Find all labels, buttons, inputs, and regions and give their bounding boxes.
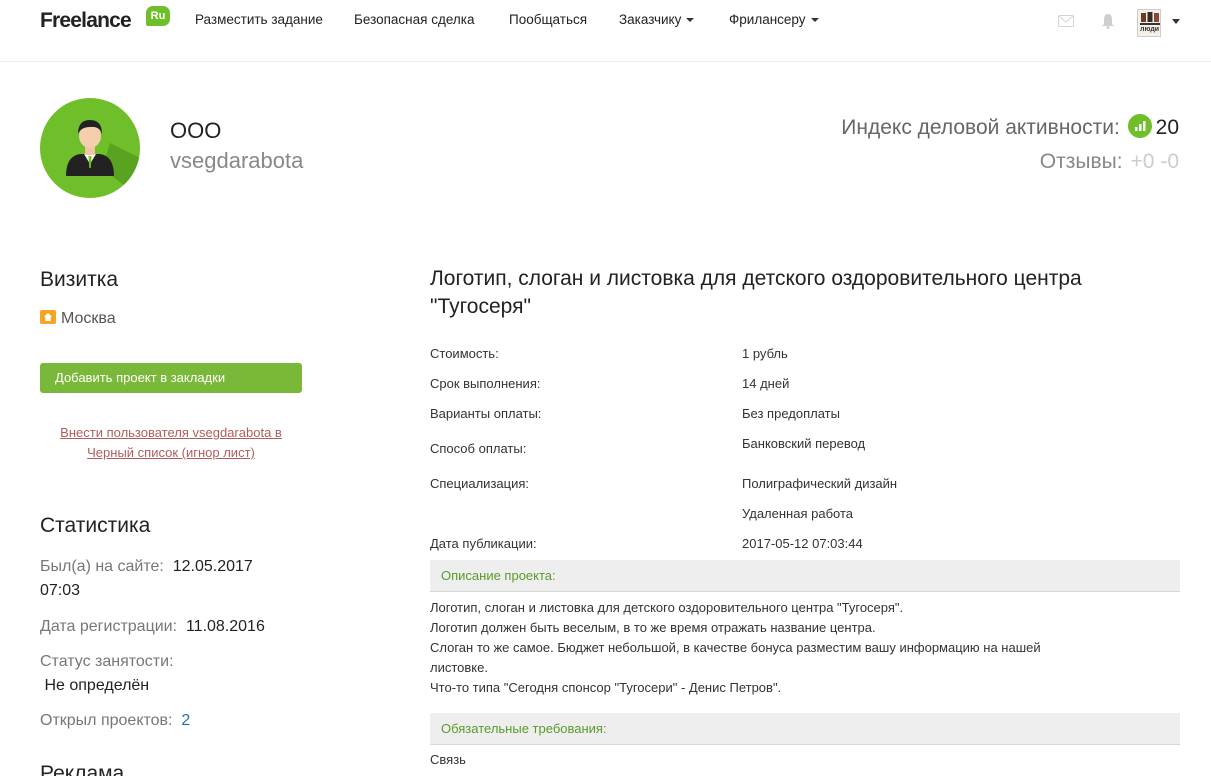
reviews-label: Отзывы: [1039, 150, 1123, 173]
profile-name: ООО [170, 118, 222, 143]
cost-label: Стоимость: [430, 346, 499, 361]
stat-registration-label: Дата регистрации: [40, 618, 178, 635]
avatar-caption: люди [1140, 26, 1160, 33]
requirements-heading: Обязательные требования: [430, 713, 1180, 745]
project-title: Логотип, слоган и листовка для детского … [430, 267, 1082, 318]
specialization-value: Полиграфический дизайн [742, 476, 898, 491]
blacklist-link-line1: Внести пользователя vsegdarabota в [60, 425, 282, 440]
nav-for-freelancer[interactable]: Фрилансеру [729, 12, 819, 27]
activity-index-label: Индекс деловой активности: [841, 116, 1120, 139]
stat-last-seen: Был(а) на сайте: 12.05.2017 07:03 [40, 555, 253, 603]
payment-options-value: Без предоплаты [742, 406, 840, 421]
add-bookmark-button[interactable]: Добавить проект в закладки [40, 363, 302, 393]
site-logo[interactable]: Freelance Ru [40, 6, 170, 34]
nav-safe-deal[interactable]: Безопасная сделка [354, 12, 475, 27]
top-navigation: Freelance Ru Разместить задание Безопасн… [0, 0, 1211, 62]
reviews-value[interactable]: +0 -0 [1131, 150, 1179, 173]
stat-projects-label: Открыл проектов: [40, 712, 173, 729]
stat-registration: Дата регистрации: 11.08.2016 [40, 615, 265, 639]
stat-last-seen-date: 12.05.2017 [172, 558, 253, 575]
blacklist-link[interactable]: Внести пользователя vsegdarabota в Черны… [40, 423, 302, 463]
deadline-label: Срок выполнения: [430, 376, 541, 391]
requirement-item: Связь [430, 752, 466, 767]
stat-last-seen-time: 07:03 [40, 582, 81, 599]
description-line: Логотип, слоган и листовка для детского … [430, 600, 904, 615]
description-line: Логотип должен быть веселым, в то же вре… [430, 620, 876, 635]
signal-icon [1127, 114, 1152, 139]
blacklist-link-line2: Черный список (игнор лист) [87, 445, 255, 460]
mail-icon[interactable] [1058, 14, 1074, 32]
description-line: Что-то типа "Сегодня спонсор "Тугосери" … [430, 680, 782, 695]
stat-projects: Открыл проектов: 2 [40, 709, 190, 733]
stats-heading: Статистика [40, 514, 151, 537]
ads-heading: Реклама [40, 762, 125, 776]
description-line: листовке. [430, 660, 488, 675]
published-value: 2017-05-12 07:03:44 [742, 536, 863, 551]
logo-text: Freelance [40, 9, 132, 32]
stat-status: Статус занятости: Не определён [40, 650, 174, 698]
logo-badge: Ru [146, 6, 170, 26]
specialization-label: Специализация: [430, 476, 529, 491]
city: Москва [40, 310, 116, 328]
home-icon [40, 310, 56, 324]
specialization-extra-value: Удаленная работа [742, 506, 854, 521]
chevron-down-icon [686, 18, 695, 23]
nav-post-task[interactable]: Разместить задание [195, 12, 323, 27]
activity-index-value: 20 [1155, 116, 1179, 139]
user-avatar[interactable]: люди [1137, 9, 1161, 37]
activity-index: Индекс деловой активности: 20 [841, 114, 1179, 140]
nav-for-freelancer-label: Фрилансеру [729, 12, 806, 27]
stat-projects-value[interactable]: 2 [181, 712, 190, 729]
city-name: Москва [61, 310, 116, 327]
project-description: Логотип, слоган и листовка для детского … [430, 598, 1090, 698]
stat-status-value: Не определён [44, 677, 150, 694]
bell-icon[interactable] [1101, 13, 1115, 34]
payment-method-label: Способ оплаты: [430, 441, 527, 456]
nav-chat[interactable]: Пообщаться [509, 12, 587, 27]
chevron-down-icon [810, 18, 819, 23]
profile-avatar [40, 98, 140, 198]
card-heading: Визитка [40, 268, 119, 291]
published-label: Дата публикации: [430, 536, 537, 551]
profile-login: vsegdarabota [170, 148, 304, 173]
reviews: Отзывы: +0 -0 [1040, 150, 1179, 174]
description-line: Слоган то же самое. Бюджет небольшой, в … [430, 640, 1041, 655]
stat-registration-value: 11.08.2016 [185, 618, 265, 635]
description-heading: Описание проекта: [430, 560, 1180, 592]
nav-for-customer[interactable]: Заказчику [619, 12, 695, 27]
payment-method-value: Банковский перевод [742, 436, 866, 451]
stat-last-seen-label: Был(а) на сайте: [40, 558, 164, 575]
payment-options-label: Варианты оплаты: [430, 406, 542, 421]
deadline-value: 14 дней [742, 376, 790, 391]
stat-status-label: Статус занятости: [40, 653, 174, 670]
user-menu-chevron-icon[interactable] [1172, 19, 1180, 24]
cost-value: 1 рубль [742, 346, 788, 361]
nav-for-customer-label: Заказчику [619, 12, 682, 27]
